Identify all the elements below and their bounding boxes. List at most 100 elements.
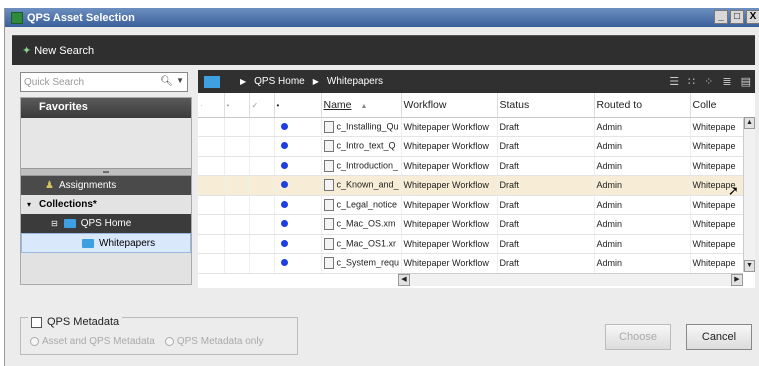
column-header-lock[interactable]: ·	[198, 93, 225, 118]
status-dot-icon	[280, 142, 288, 150]
folder-icon	[82, 238, 94, 248]
status-dot-icon	[280, 259, 288, 267]
radio-asset-and-metadata[interactable]: Asset and QPS Metadata	[30, 336, 155, 347]
new-search-label: New Search	[34, 44, 95, 57]
checkbox-icon[interactable]	[31, 316, 42, 328]
vertical-scrollbar[interactable]: ▲ ▼	[743, 117, 755, 272]
document-icon	[323, 218, 334, 231]
document-icon	[323, 257, 334, 270]
app-icon	[11, 11, 23, 24]
radio-label: QPS Metadata only	[176, 336, 264, 347]
top-toolbar: ✦ New Search	[12, 35, 755, 65]
chevron-down-icon[interactable]: ▼	[176, 76, 184, 85]
choose-button[interactable]: Choose	[605, 324, 671, 350]
window-title: QPS Asset Selection	[27, 11, 135, 24]
collections-tree: ♟ Assignments ▾ Collections* ⊟ QPS Home …	[21, 176, 191, 253]
status-dot-icon	[280, 161, 288, 169]
minimize-button[interactable]: _	[714, 10, 728, 24]
radio-icon[interactable]	[30, 337, 39, 346]
radio-metadata-only[interactable]: QPS Metadata only	[164, 336, 264, 347]
radio-icon[interactable]	[164, 337, 174, 346]
column-header-workflow[interactable]: Workflow	[401, 93, 498, 118]
new-search-icon: ✦	[22, 45, 32, 57]
status-dot-icon	[280, 200, 288, 208]
list-view-icon[interactable]: ☰	[669, 75, 679, 88]
pencil-icon: ✓	[251, 100, 259, 110]
title-bar: QPS Asset Selection _ □ X	[5, 8, 759, 27]
dot-icon: •	[276, 100, 280, 110]
favorites-area	[21, 118, 191, 168]
mouse-cursor-icon: ➚	[728, 183, 739, 198]
sidebar: Favorites ▬ ♟ Assignments ▾ Collections*…	[20, 97, 192, 285]
breadcrumb-separator-icon: ▶	[240, 77, 247, 86]
small-thumbnail-icon[interactable]: ⁘	[704, 75, 713, 88]
maximize-button[interactable]: □	[730, 10, 744, 24]
horizontal-scrollbar[interactable]: ◀ ▶	[398, 273, 743, 286]
table-row[interactable]: c_Legal_notice Whitepaper Workflow Draft …	[198, 195, 743, 215]
document-icon	[323, 198, 334, 211]
sort-ascending-icon: ▲	[360, 102, 368, 110]
scroll-up-icon[interactable]: ▲	[744, 117, 755, 129]
table-row[interactable]: c_Mac_OS.xm Whitepaper Workflow Draft Adm…	[198, 214, 743, 235]
table-row[interactable]: c_Mac_OS1.xr Whitepaper Workflow Draft Ad…	[198, 234, 743, 254]
column-chooser-icon[interactable]: ▤	[741, 75, 751, 88]
status-dot-icon	[280, 239, 288, 247]
document-icon	[323, 237, 334, 250]
column-header-name[interactable]: Name ▲	[321, 93, 402, 118]
document-icon	[323, 120, 334, 133]
metadata-options: Asset and QPS Metadata QPS Metadata only	[30, 336, 264, 347]
thumbnail-view-icon[interactable]: ∷	[688, 75, 695, 88]
qps-home-label: QPS Home	[80, 218, 132, 229]
document-icon	[323, 159, 334, 172]
details-view-icon[interactable]: ≣	[722, 75, 731, 88]
qps-metadata-checkbox[interactable]: QPS Metadata	[28, 316, 123, 328]
folder-icon	[63, 219, 76, 228]
radio-label: Asset and QPS Metadata	[42, 336, 155, 347]
table-row-highlighted[interactable]: c_Known_and_ Whitepaper Workflow Draft Ad…	[198, 175, 743, 196]
new-search-button[interactable]: ✦ New Search	[22, 44, 95, 58]
status-dot-icon	[280, 220, 288, 228]
view-options: ☰ ∷ ⁘ ≣ ▤	[669, 75, 751, 88]
dot-icon: •	[226, 100, 230, 110]
search-icon[interactable]: 🔍︎	[160, 76, 173, 87]
asset-table: · • ✓ • Name ▲ Workflow Status Routed to…	[198, 93, 743, 288]
whitepapers-label: Whitepapers	[99, 237, 156, 249]
column-header-edit[interactable]: ✓	[249, 93, 275, 118]
sidebar-item-collections[interactable]: ▾ Collections*	[21, 195, 191, 214]
favorites-header[interactable]: Favorites	[21, 98, 191, 118]
cancel-button[interactable]: Cancel	[686, 324, 752, 350]
scroll-down-icon[interactable]: ▼	[744, 260, 755, 272]
results-panel: ▶ QPS Home ▶ Whitepapers ☰ ∷ ⁘ ≣ ▤ · • ✓…	[198, 70, 755, 288]
dot-icon: ·	[200, 100, 203, 110]
sidebar-item-assignments[interactable]: ♟ Assignments	[21, 176, 191, 195]
sidebar-item-qps-home[interactable]: ⊟ QPS Home	[21, 214, 191, 233]
document-icon	[323, 140, 334, 153]
scroll-right-icon[interactable]: ▶	[731, 274, 743, 286]
column-header-status[interactable]: Status	[497, 93, 595, 118]
sidebar-splitter[interactable]: ▬	[21, 168, 191, 176]
breadcrumb-separator-icon: ▶	[312, 77, 319, 86]
collapse-icon[interactable]: ▾	[27, 200, 31, 209]
search-placeholder: Quick Search	[24, 76, 85, 88]
status-dot-icon	[280, 122, 288, 130]
scroll-left-icon[interactable]: ◀	[398, 274, 410, 286]
breadcrumb-item[interactable]: QPS Home	[254, 76, 305, 87]
document-icon	[323, 179, 334, 192]
column-header-status-dot[interactable]: •	[274, 93, 322, 118]
quick-search-input[interactable]: Quick Search 🔍︎ ▼	[20, 72, 188, 92]
table-row[interactable]: c_Installing_Qu Whitepaper Workflow Draft…	[198, 117, 743, 137]
assignments-icon: ♟	[45, 180, 54, 191]
breadcrumb-item[interactable]: Whitepapers	[327, 76, 383, 87]
table-row[interactable]: c_Intro_text_Q Whitepaper Workflow Draft …	[198, 136, 743, 157]
assignments-label: Assignments	[58, 180, 117, 191]
column-header-routed-to[interactable]: Routed to	[594, 93, 691, 118]
tree-expander-icon[interactable]: ⊟	[51, 219, 58, 228]
sidebar-item-whitepapers[interactable]: Whitepapers	[21, 233, 191, 253]
status-dot-icon	[280, 181, 288, 189]
close-button[interactable]: X	[746, 10, 759, 24]
table-row[interactable]: c_Introduction_ Whitepaper Workflow Draft…	[198, 156, 743, 176]
table-row[interactable]: c_System_requ Whitepaper Workflow Draft A…	[198, 253, 743, 274]
column-header-checkout[interactable]: •	[224, 93, 250, 118]
breadcrumb: ▶ QPS Home ▶ Whitepapers ☰ ∷ ⁘ ≣ ▤	[198, 70, 755, 93]
column-header-collection[interactable]: Colle	[690, 93, 743, 118]
